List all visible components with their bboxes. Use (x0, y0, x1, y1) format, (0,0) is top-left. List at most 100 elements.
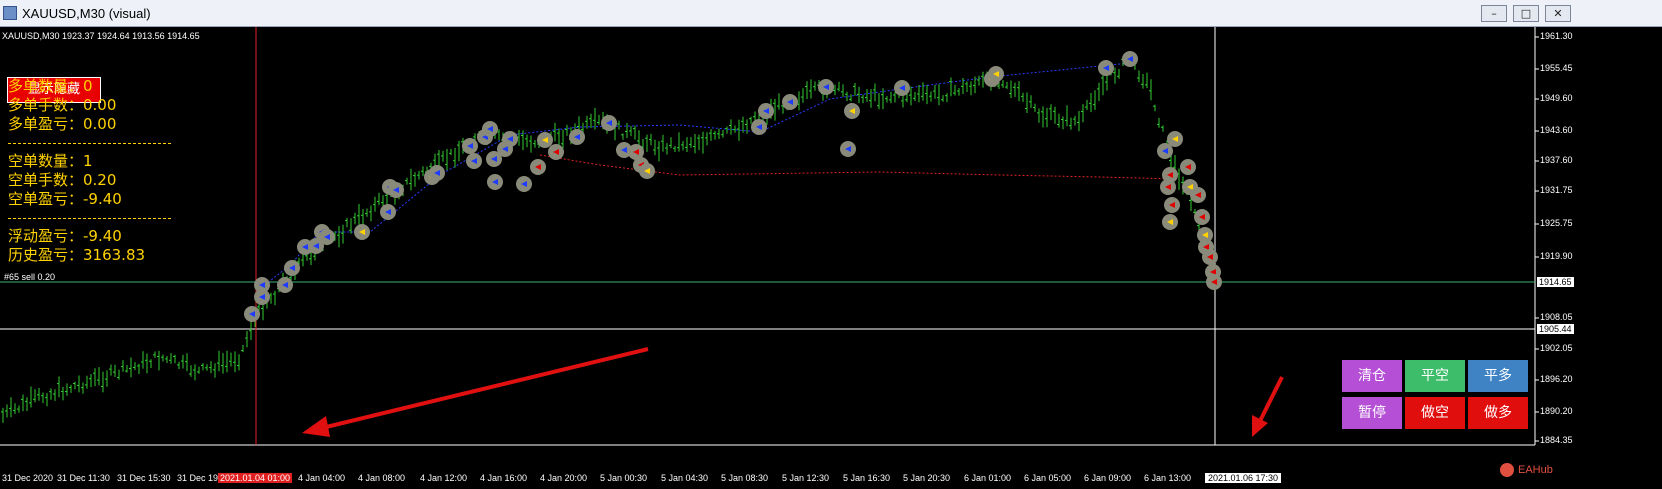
floating-pnl-label: 浮动盈亏：-9.40 (8, 227, 122, 245)
trade-marker (548, 144, 564, 160)
time-axis-label: 6 Jan 09:00 (1084, 473, 1132, 483)
trade-marker (530, 159, 546, 175)
trade-marker (569, 129, 585, 145)
trade-marker (1162, 214, 1178, 230)
trade-marker (988, 66, 1004, 82)
time-axis-label: 6 Jan 01:00 (964, 473, 1012, 483)
time-axis-label: 4 Jan 20:00 (540, 473, 588, 483)
trade-marker (1206, 274, 1222, 290)
ohlc-header: XAUUSD,M30 1923.37 1924.64 1913.56 1914.… (2, 31, 200, 41)
short-count-label: 空单数量：1 (8, 152, 93, 170)
price-axis-label: 1902.05 (1540, 343, 1573, 353)
trade-marker (284, 260, 300, 276)
time-axis-label: 4 Jan 12:00 (420, 473, 468, 483)
pause-button[interactable]: 暂停 (1342, 397, 1402, 429)
watermark: EAHub (1518, 464, 1553, 476)
price-axis-label: 1890.20 (1540, 406, 1573, 416)
trade-marker (1180, 159, 1196, 175)
trade-marker (818, 79, 834, 95)
time-axis-label: 31 Dec 15:30 (117, 473, 171, 483)
price-axis-label: 1949.60 (1540, 93, 1573, 103)
price-axis-label: 1884.35 (1540, 435, 1573, 445)
trade-marker (751, 119, 767, 135)
trade-marker (1122, 51, 1138, 67)
chart-area[interactable]: XAUUSD,M30 1923.37 1924.64 1913.56 1914.… (0, 27, 1662, 489)
trade-marker (844, 103, 860, 119)
trade-line-label: #65 sell 0.20 (4, 272, 56, 282)
trade-marker (254, 289, 270, 305)
price-axis-label: 1896.20 (1540, 374, 1573, 384)
price-axis-label: 1937.60 (1540, 155, 1573, 165)
time-axis-label: 6 Jan 13:00 (1144, 473, 1192, 483)
panel-divider (8, 143, 171, 144)
close-long-button[interactable]: 平多 (1468, 360, 1528, 392)
trade-marker (487, 174, 503, 190)
short-pnl-label: 空单盈亏：-9.40 (8, 190, 122, 208)
trade-marker (782, 94, 798, 110)
time-axis-label: 31 Dec 11:30 (57, 473, 110, 483)
trade-marker (1164, 197, 1180, 213)
long-pnl-label: 多单盈亏：0.00 (8, 115, 117, 133)
close-short-button[interactable]: 平空 (1405, 360, 1465, 392)
trade-marker (537, 132, 553, 148)
trade-marker (502, 131, 518, 147)
window-title: XAUUSD,M30 (visual) (22, 6, 151, 21)
subwindow-value-tag: 1905.44 (1537, 324, 1574, 334)
time-axis-label: 5 Jan 00:30 (600, 473, 648, 483)
price-axis-label: 1961.30 (1540, 31, 1573, 41)
time-axis-label: 31 Dec 19 (177, 473, 219, 483)
short-lots-label: 空单手数：0.20 (8, 171, 117, 189)
maximize-button[interactable]: □ (1513, 5, 1539, 22)
panel-divider (8, 218, 171, 219)
trade-marker (429, 165, 445, 181)
history-pnl-label: 历史盈亏：3163.83 (8, 246, 146, 264)
trade-marker (894, 80, 910, 96)
trade-marker (601, 115, 617, 131)
close-button[interactable]: ✕ (1545, 5, 1571, 22)
price-axis-label: 1919.90 (1540, 251, 1573, 261)
price-axis-label: 1908.05 (1540, 312, 1573, 322)
time-axis-label: 4 Jan 16:00 (480, 473, 528, 483)
chart-window-icon (3, 6, 17, 20)
price-axis-label: 1943.60 (1540, 125, 1573, 135)
trade-marker (1162, 167, 1178, 183)
time-axis-label: 4 Jan 04:00 (298, 473, 346, 483)
trade-marker (1098, 60, 1114, 76)
trade-marker (516, 176, 532, 192)
trade-marker (244, 306, 260, 322)
time-axis-label: 5 Jan 16:30 (843, 473, 891, 483)
time-axis-label: 5 Jan 12:30 (782, 473, 830, 483)
time-highlight-start: 2021.01.04 01:00 (218, 473, 293, 483)
long-count-label: 多单数量：0 (8, 77, 93, 95)
sell-button[interactable]: 做空 (1405, 397, 1465, 429)
trade-marker (466, 153, 482, 169)
trade-marker (840, 141, 856, 157)
trade-marker (1202, 249, 1218, 265)
trade-marker (1190, 187, 1206, 203)
clear-positions-button[interactable]: 清仓 (1342, 360, 1402, 392)
buy-button[interactable]: 做多 (1468, 397, 1528, 429)
time-axis-label: 5 Jan 04:30 (661, 473, 709, 483)
time-axis-label: 5 Jan 20:30 (903, 473, 951, 483)
long-lots-label: 多单手数：0.00 (8, 96, 117, 114)
time-axis-label: 31 Dec 2020 (2, 473, 54, 483)
time-axis-label: 4 Jan 08:00 (358, 473, 406, 483)
trade-marker (482, 121, 498, 137)
current-price-tag: 1914.65 (1537, 277, 1574, 287)
price-axis-label: 1925.75 (1540, 218, 1573, 228)
trade-marker (639, 163, 655, 179)
trade-marker (277, 277, 293, 293)
trade-marker (319, 229, 335, 245)
trade-marker (1194, 209, 1210, 225)
time-axis-label: 6 Jan 05:00 (1024, 473, 1072, 483)
minimize-button[interactable]: – (1481, 5, 1507, 22)
window-titlebar: XAUUSD,M30 (visual) – □ ✕ (0, 0, 1662, 27)
price-axis-label: 1931.75 (1540, 185, 1573, 195)
price-axis-label: 1955.45 (1540, 63, 1573, 73)
eahub-logo-icon (1500, 463, 1514, 477)
trade-marker (388, 182, 404, 198)
trade-marker (462, 138, 478, 154)
trade-marker (758, 103, 774, 119)
time-cursor-label: 2021.01.06 17:30 (1205, 473, 1282, 483)
trade-marker (354, 224, 370, 240)
